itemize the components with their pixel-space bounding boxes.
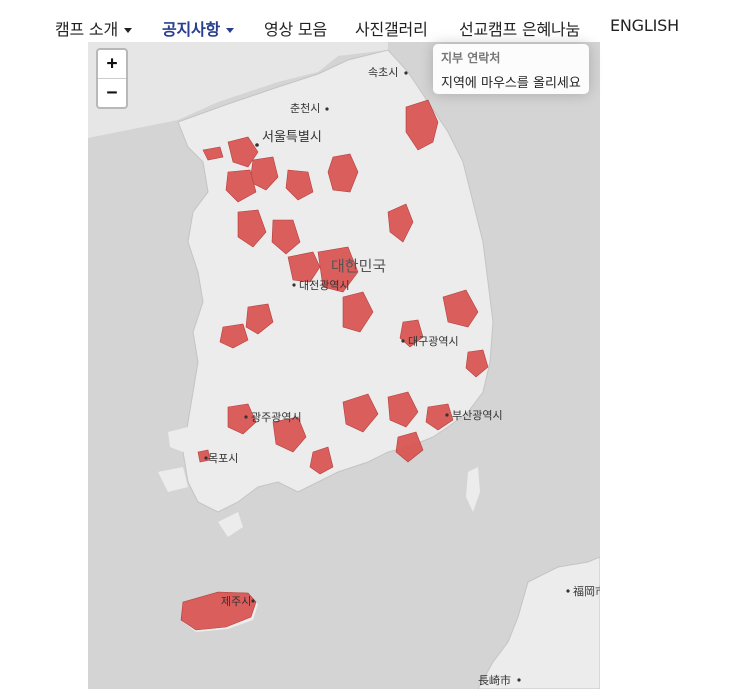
- nav-testimony-label: 선교캠프 은혜나눔: [459, 20, 581, 39]
- city-dot: [244, 415, 248, 419]
- label-mokpo: 목포시: [208, 452, 238, 465]
- map-canvas[interactable]: 속초시 춘천시 서울특별시 대한민국 대전광역시 대구광역시 광주광역시 부산광…: [88, 42, 600, 689]
- city-dot: [566, 589, 570, 593]
- city-dot: [517, 678, 521, 682]
- zoom-control: + −: [96, 48, 128, 109]
- contact-info-box: 지부 연락처 지역에 마우스를 올리세요: [433, 44, 589, 94]
- nav-gallery[interactable]: 사진갤러리: [355, 16, 428, 40]
- caret-down-icon: [226, 28, 235, 33]
- label-fukuoka: 福岡市: [573, 584, 600, 598]
- nav-notice[interactable]: 공지사항: [162, 16, 235, 40]
- city-dot: [401, 339, 405, 343]
- label-seoul: 서울특별시: [262, 130, 322, 145]
- label-gwangju: 광주광역시: [251, 411, 302, 424]
- zoom-in-button[interactable]: +: [98, 50, 126, 78]
- label-sokcho: 속초시: [368, 66, 398, 79]
- city-dot: [255, 143, 259, 147]
- info-text: 지역에 마우스를 올리세요: [441, 76, 581, 91]
- nav-english-label: ENGLISH: [610, 16, 679, 35]
- nav-videos-label: 영상 모음: [264, 20, 327, 39]
- nav-gallery-label: 사진갤러리: [355, 20, 428, 39]
- map-container[interactable]: 속초시 춘천시 서울특별시 대한민국 대전광역시 대구광역시 광주광역시 부산광…: [88, 42, 600, 689]
- city-dot: [325, 107, 329, 111]
- city-dot: [445, 413, 449, 417]
- city-dot: [251, 599, 255, 603]
- nav-english[interactable]: ENGLISH: [610, 16, 679, 35]
- label-nagasaki: 長崎市: [478, 673, 511, 687]
- nav-videos[interactable]: 영상 모음: [264, 16, 327, 40]
- nav-camp-intro-label: 캠프 소개: [55, 20, 118, 39]
- nav-notice-label: 공지사항: [162, 20, 221, 39]
- label-daegu: 대구광역시: [408, 335, 459, 348]
- label-chuncheon: 춘천시: [290, 101, 320, 115]
- nav-camp-intro[interactable]: 캠프 소개: [55, 16, 132, 40]
- label-busan: 부산광역시: [452, 409, 503, 422]
- label-daejeon: 대전광역시: [299, 279, 350, 292]
- city-dot: [292, 283, 296, 287]
- city-dot: [404, 71, 408, 75]
- zoom-out-button[interactable]: −: [98, 78, 126, 107]
- info-title: 지부 연락처: [441, 51, 501, 65]
- label-jeju: 제주시: [221, 595, 251, 608]
- nav-testimony[interactable]: 선교캠프 은혜나눔: [459, 16, 580, 40]
- caret-down-icon: [123, 28, 132, 33]
- label-korea: 대한민국: [331, 257, 386, 275]
